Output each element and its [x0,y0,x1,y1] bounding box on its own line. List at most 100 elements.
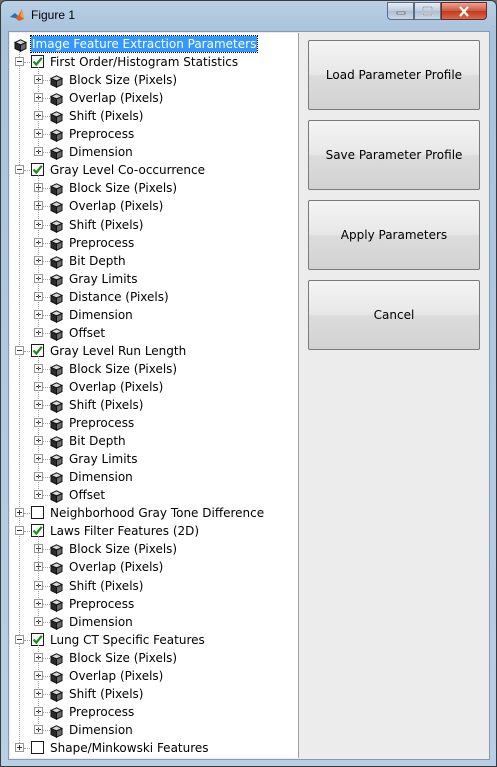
tree-leaf-node[interactable]: Block Size (Pixels) [10,540,298,558]
tree-leaf-node[interactable]: Overlap (Pixels) [10,197,298,215]
expand-toggle[interactable] [15,508,24,517]
tree-connector [24,62,30,63]
tree-group-node[interactable]: Lung CT Specific Features [10,631,298,649]
tree-connector [24,513,30,514]
tree-leaf-label: Dimension [69,145,133,159]
tree-connector [43,261,50,262]
tree-connector [43,586,50,587]
tree-connector [43,622,50,623]
tree-leaf-label: Block Size (Pixels) [69,181,178,195]
tree-connector [43,134,50,135]
tree-leaf-label: Shift (Pixels) [69,109,144,123]
tree-connector [43,225,50,226]
tree-connector [43,80,50,81]
tree-leaf-node[interactable]: Distance (Pixels) [10,288,298,306]
tree-leaf-node[interactable]: Shift (Pixels) [10,685,298,703]
apply-parameters-button[interactable]: Apply Parameters [308,200,480,270]
tree-leaf-node[interactable]: Block Size (Pixels) [10,179,298,197]
tree-leaf-node[interactable]: Dimension [10,721,298,739]
close-button[interactable] [441,2,487,20]
tree-leaf-node[interactable]: Dimension [10,306,298,324]
unchecked-checkbox[interactable] [31,506,44,519]
tree-leaf-node[interactable]: Block Size (Pixels) [10,71,298,89]
tree-leaf-node[interactable]: Preprocess [10,595,298,613]
tree-group-label: Neighborhood Gray Tone Difference [50,506,265,520]
tree-leaf-label: Overlap (Pixels) [69,91,164,105]
tree-leaf-node[interactable]: Block Size (Pixels) [10,360,298,378]
tree-leaf-label: Overlap (Pixels) [69,560,164,574]
tree-leaf-label: Shift (Pixels) [69,687,144,701]
tree-leaf-label: Preprocess [69,127,135,141]
tree-connector [43,206,50,207]
collapse-toggle[interactable] [15,165,24,174]
tree-leaf-node[interactable]: Overlap (Pixels) [10,89,298,107]
tree-leaf-node[interactable]: Dimension [10,143,298,161]
title-bar[interactable]: Figure 1 [1,1,496,30]
tree-group-node[interactable]: Gray Level Run Length [10,342,298,360]
tree-leaf-node[interactable]: Dimension [10,613,298,631]
tree-leaf-node[interactable]: Overlap (Pixels) [10,667,298,685]
collapse-toggle[interactable] [15,346,24,355]
tree-leaf-node[interactable]: Preprocess [10,414,298,432]
tree-leaf-node[interactable]: Shift (Pixels) [10,396,298,414]
checkmark-icon [32,635,43,645]
maximize-button[interactable] [414,2,441,20]
tree-leaf-node[interactable]: Preprocess [10,234,298,252]
tree-group-node[interactable]: Shape/Minkowski Features [10,739,298,757]
tree-root-node[interactable]: Image Feature Extraction Parameters [10,35,298,53]
cube-node-icon [49,452,64,467]
tree-leaf-node[interactable]: Preprocess [10,703,298,721]
tree-leaf-node[interactable]: Offset [10,324,298,342]
tree-group-label: Laws Filter Features (2D) [50,524,200,538]
tree-leaf-node[interactable]: Dimension [10,468,298,486]
unchecked-checkbox[interactable] [31,741,44,754]
checkmark-icon [32,165,43,175]
tree-leaf-node[interactable]: Block Size (Pixels) [10,649,298,667]
tree-group-node[interactable]: Gray Level Co-occurrence [10,161,298,179]
tree-leaf-node[interactable]: Shift (Pixels) [10,216,298,234]
collapse-toggle[interactable] [15,57,24,66]
tree-connector [43,116,50,117]
collapse-toggle[interactable] [15,526,24,535]
collapse-toggle[interactable] [15,635,24,644]
tree-connector [43,387,50,388]
tree-connector [43,712,50,713]
tree-leaf-node[interactable]: Overlap (Pixels) [10,378,298,396]
load-parameter-profile-button[interactable]: Load Parameter Profile [308,40,480,110]
tree-leaf-label: Overlap (Pixels) [69,380,164,394]
tree-leaf-node[interactable]: Offset [10,486,298,504]
tree-connector [43,604,50,605]
tree-group-node[interactable]: Laws Filter Features (2D) [10,522,298,540]
tree-connector [43,567,50,568]
tree-leaf-node[interactable]: Bit Depth [10,252,298,270]
tree-group-label: Gray Level Co-occurrence [50,163,205,177]
tree-leaf-node[interactable]: Shift (Pixels) [10,107,298,125]
minimize-button[interactable] [387,2,414,20]
tree-connector [43,694,50,695]
tree-leaf-node[interactable]: Gray Limits [10,270,298,288]
tree-connector [38,356,39,495]
tree-leaf-label: Dimension [69,470,133,484]
cube-node-icon [49,687,64,702]
tree-group-node[interactable]: Neighborhood Gray Tone Difference [10,504,298,522]
tree-leaf-node[interactable]: Gray Limits [10,450,298,468]
tree-connector [43,676,50,677]
tree-connector [43,405,50,406]
tree-leaf-node[interactable]: Shift (Pixels) [10,577,298,595]
expand-toggle[interactable] [15,743,24,752]
minimize-icon [396,11,405,15]
tree-group-label: First Order/Histogram Statistics [50,55,239,69]
cube-node-icon [49,651,64,666]
cube-node-icon [49,127,64,142]
cancel-button[interactable]: Cancel [308,280,480,350]
tree-connector [38,645,39,730]
tree-leaf-node[interactable]: Bit Depth [10,432,298,450]
tree-connector [43,297,50,298]
tree-leaf-label: Shift (Pixels) [69,398,144,412]
tree-leaf-node[interactable]: Preprocess [10,125,298,143]
save-parameter-profile-button[interactable]: Save Parameter Profile [308,120,480,190]
tree-leaf-label: Gray Limits [69,452,138,466]
tree-group-node[interactable]: First Order/Histogram Statistics [10,53,298,71]
parameter-tree[interactable]: Image Feature Extraction Parameters First… [10,33,299,758]
tree-leaf-node[interactable]: Overlap (Pixels) [10,558,298,576]
